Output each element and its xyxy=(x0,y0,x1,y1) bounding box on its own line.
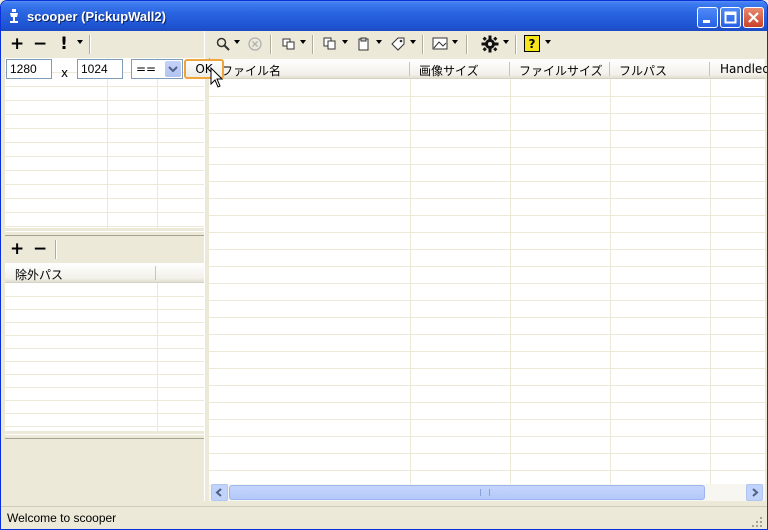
svg-text:?: ? xyxy=(529,37,536,51)
maximize-button[interactable] xyxy=(720,7,741,28)
tag-icon[interactable] xyxy=(390,36,406,52)
column-header-handled[interactable]: Handled xyxy=(720,62,767,76)
copy-icon[interactable] xyxy=(282,38,296,50)
add-exclude-button[interactable]: + xyxy=(10,240,24,258)
stop-icon[interactable] xyxy=(248,37,262,51)
mouse-pointer-icon xyxy=(210,67,224,88)
filter-panel: + − ! + − 除外パス xyxy=(5,31,204,501)
horizontal-scrollbar[interactable] xyxy=(209,484,765,501)
title-bar[interactable]: scooper (PickupWall2) xyxy=(1,1,767,31)
toolbar-separator xyxy=(89,35,91,54)
column-header-image-size[interactable]: 画像サイズ xyxy=(419,62,479,79)
column-header-exclude-path[interactable]: 除外パス xyxy=(15,266,63,283)
clipboard-icon[interactable] xyxy=(357,37,371,51)
toolbar-separator xyxy=(55,240,57,259)
app-icon xyxy=(10,9,18,23)
search-dropdown-arrow[interactable] xyxy=(234,40,240,44)
search-icon[interactable] xyxy=(216,37,230,51)
close-button[interactable] xyxy=(743,7,764,28)
help-icon[interactable]: ? xyxy=(524,35,540,52)
column-header-full-path[interactable]: フルパス xyxy=(619,62,667,79)
add-filter-button[interactable]: + xyxy=(10,35,24,53)
size-filter-editor: x == OK xyxy=(5,59,229,83)
chevron-down-icon[interactable] xyxy=(165,61,181,77)
exclude-toolbar: + − xyxy=(5,236,204,263)
main-toolbar: ? xyxy=(209,31,765,58)
exclude-grid[interactable] xyxy=(5,283,204,431)
minimize-button[interactable] xyxy=(697,7,718,28)
filter-toolbar: + − ! xyxy=(5,31,204,58)
gear-icon[interactable] xyxy=(481,35,499,53)
file-list-panel: ? ファイル名 画像サイズ ファイルサイズ フルパス Handled xyxy=(209,31,767,501)
exclude-table-header: 除外パス xyxy=(5,263,204,283)
operator-value: == xyxy=(136,62,157,76)
column-header-file-size[interactable]: ファイルサイズ xyxy=(519,62,603,79)
file-table-header: ファイル名 画像サイズ ファイルサイズ フルパス Handled xyxy=(209,59,767,79)
status-bar: Welcome to scooper xyxy=(1,506,767,529)
resize-grip-icon[interactable] xyxy=(751,516,763,528)
size-separator: x xyxy=(61,66,69,80)
width-input[interactable] xyxy=(6,59,52,79)
scroll-right-button[interactable] xyxy=(746,484,763,501)
image-icon[interactable] xyxy=(432,37,448,51)
scroll-thumb[interactable] xyxy=(229,485,705,500)
file-grid[interactable] xyxy=(209,79,765,484)
column-header-file-name[interactable]: ファイル名 xyxy=(221,62,281,79)
status-text: Welcome to scooper xyxy=(7,511,117,525)
height-input[interactable] xyxy=(77,59,123,79)
remove-exclude-button[interactable]: − xyxy=(33,240,47,258)
app-window: scooper (PickupWall2) + − ! + − 除外パス ? フ… xyxy=(0,0,768,530)
priority-dropdown-arrow[interactable] xyxy=(77,40,83,44)
operator-select[interactable]: == xyxy=(131,59,183,79)
scroll-left-button[interactable] xyxy=(211,484,228,501)
preview-pane xyxy=(5,439,204,501)
priority-button[interactable]: ! xyxy=(59,35,69,53)
filter-grid[interactable] xyxy=(5,58,204,228)
remove-filter-button[interactable]: − xyxy=(33,35,47,53)
move-icon[interactable] xyxy=(323,37,337,51)
window-title: scooper (PickupWall2) xyxy=(27,9,166,24)
